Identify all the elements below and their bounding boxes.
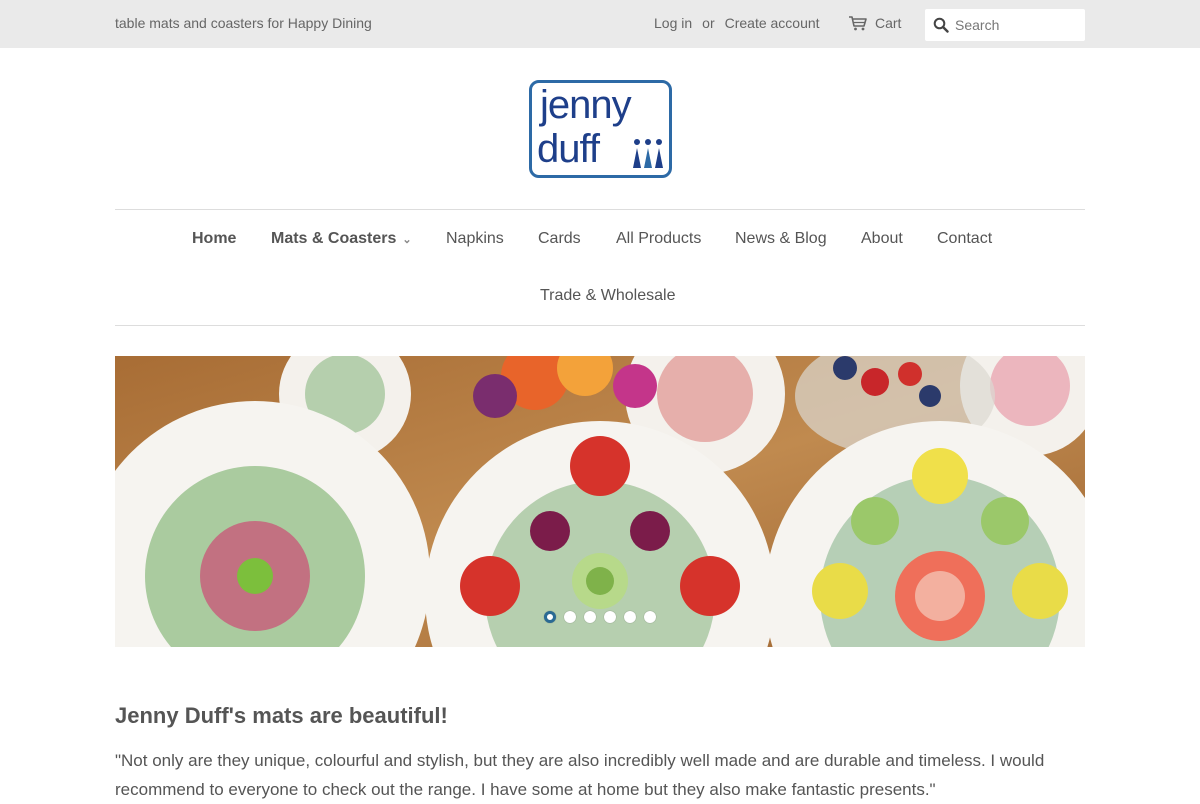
cart-link[interactable]: Cart [848,15,901,31]
top-bar: table mats and coasters for Happy Dining… [0,0,1200,48]
or-separator: or [702,15,715,31]
nav-home[interactable]: Home [192,230,236,248]
nav-mats-coasters[interactable]: Mats & Coasters ⌄ [271,230,412,248]
nav-napkins[interactable]: Napkins [446,230,504,248]
logo-line-1: jenny [540,83,632,127]
create-account-link[interactable]: Create account [725,15,820,31]
account-links: Log in or Create account [654,15,820,31]
nav-bottom-divider [115,325,1085,326]
search-icon[interactable] [933,17,949,33]
search-box [925,9,1085,41]
login-link[interactable]: Log in [654,15,692,31]
hero-slideshow[interactable] [115,356,1085,647]
slide-dot[interactable] [544,611,556,623]
crown-icon [633,139,663,168]
testimonial-quote: "Not only are they unique, colourful and… [115,751,1045,799]
nav-cards[interactable]: Cards [538,230,581,248]
cart-icon [849,16,867,31]
nav-trade-wholesale[interactable]: Trade & Wholesale [540,287,675,305]
chevron-down-icon: ⌄ [402,234,412,246]
slide-dot[interactable] [644,611,656,623]
nav-about[interactable]: About [861,230,903,248]
cart-label: Cart [875,15,902,31]
slide-dot[interactable] [564,611,576,623]
slide-dot[interactable] [584,611,596,623]
hero-image [115,356,1085,647]
slide-dot[interactable] [624,611,636,623]
nav-news-blog[interactable]: News & Blog [735,230,827,248]
logo-line-2: duff [537,127,600,171]
nav-mats-coasters-label: Mats & Coasters [271,230,397,247]
nav-contact[interactable]: Contact [937,230,992,248]
testimonial-heading: Jenny Duff's mats are beautiful! [115,703,448,728]
slideshow-pagination [544,611,656,623]
store-tagline: table mats and coasters for Happy Dining [115,15,372,31]
slide-dot[interactable] [604,611,616,623]
site-logo[interactable]: jenny duff [529,80,672,178]
search-input[interactable] [955,17,1075,33]
nav-top-divider [115,209,1085,210]
nav-all-products[interactable]: All Products [616,230,701,248]
